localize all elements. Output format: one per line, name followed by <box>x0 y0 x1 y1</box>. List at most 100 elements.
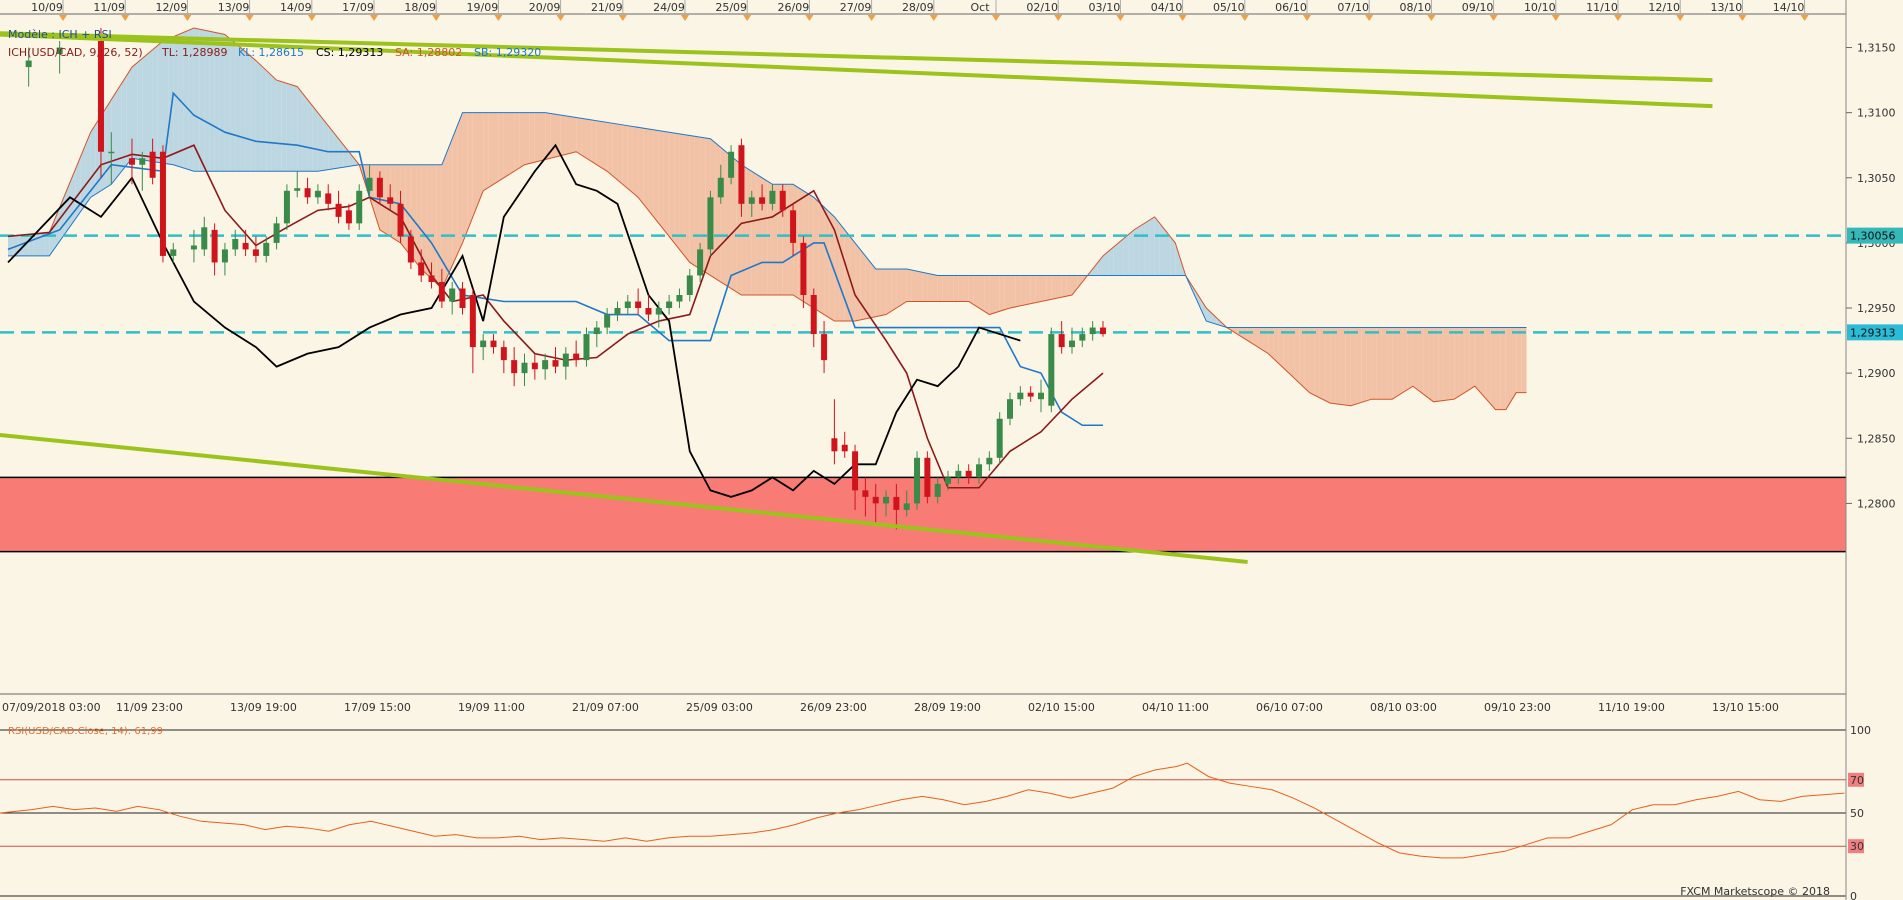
cloud-segment <box>1495 327 1501 410</box>
cloud-segment <box>1418 327 1424 394</box>
cloud-segment <box>1516 327 1522 393</box>
candle-body <box>25 60 32 68</box>
cloud-segment <box>1299 327 1305 388</box>
candle-body <box>562 353 569 367</box>
cloud-segment <box>875 268 881 317</box>
candle-body <box>593 327 600 335</box>
cloud-segment <box>1149 216 1155 276</box>
cloud-segment <box>1004 275 1011 310</box>
cloud-segment <box>1128 229 1134 276</box>
candle-body <box>676 295 683 302</box>
cloud-segment <box>968 275 974 305</box>
cloud-segment <box>891 268 897 312</box>
cloud-segment <box>323 119 329 171</box>
ichimoku-chart: 10/09 11/09 12/09 13/09 14/09 17/09 18/09 19/09… <box>0 0 1903 900</box>
bottom-date-label: 17/09 15:00 <box>344 701 411 714</box>
cloud-segment <box>607 122 613 176</box>
cloud-segment <box>751 171 757 295</box>
cloud-segment <box>596 120 602 169</box>
cloud-segment <box>715 143 721 282</box>
candle-body <box>1017 392 1024 400</box>
candle-body <box>397 203 404 237</box>
candle-body <box>790 210 797 243</box>
cloud-segment <box>245 51 251 172</box>
cloud-segment <box>457 112 463 255</box>
cloud-segment <box>1500 327 1506 410</box>
cloud-segment <box>1340 327 1346 406</box>
candle-body <box>635 301 642 309</box>
top-date-label: 02/10 <box>1026 1 1058 14</box>
top-date-label: 03/10 <box>1089 1 1121 14</box>
top-date-label: 25/09 <box>715 1 747 14</box>
cloud-segment <box>462 112 468 243</box>
candle-body <box>686 275 693 295</box>
cloud-segment <box>137 58 143 160</box>
cloud-segment <box>948 275 954 302</box>
bottom-date-label: 28/09 19:00 <box>914 701 981 714</box>
candle-body <box>438 281 445 302</box>
cloud-segment <box>271 75 277 172</box>
candle-body <box>128 158 135 165</box>
candle-body <box>810 295 817 335</box>
candle-body <box>149 151 156 178</box>
cloud-segment <box>1438 327 1444 402</box>
cloud-segment <box>1412 327 1419 391</box>
cloud-segment <box>746 168 752 295</box>
cloud-segment <box>534 112 540 163</box>
cloud-segment <box>1030 275 1036 304</box>
top-date-label: 06/10 <box>1275 1 1307 14</box>
cloud-segment <box>627 125 633 193</box>
candle-body <box>552 360 559 367</box>
cloud-segment <box>266 70 272 172</box>
candle-body <box>232 238 239 250</box>
price-tick-label: 1,2850 <box>1857 432 1896 445</box>
cloud-segment <box>813 197 819 312</box>
candle-body <box>521 362 528 374</box>
candle-body <box>728 151 735 178</box>
top-date-label: 11/09 <box>93 1 125 14</box>
candle-body <box>490 340 497 348</box>
cloud-segment <box>1366 327 1372 401</box>
cloud-segment <box>601 121 608 172</box>
candle-body <box>407 236 414 263</box>
cloud-segment <box>478 112 484 204</box>
cloud-segment <box>1376 327 1382 400</box>
rsi-tick-label: 100 <box>1850 724 1871 737</box>
candle-body <box>893 496 900 510</box>
rsi-tick-label: 30 <box>1850 840 1864 853</box>
cloud-segment <box>886 268 892 315</box>
cloud-segment <box>1283 327 1289 374</box>
cloud-segment <box>1402 327 1408 393</box>
cloud-segment <box>1345 327 1351 406</box>
cloud-segment <box>979 275 985 312</box>
candle-body <box>469 295 476 348</box>
cloud-segment <box>240 47 246 172</box>
cloud-segment <box>292 84 298 172</box>
candle-body <box>800 242 807 295</box>
cloud-segment <box>653 129 659 224</box>
cloud-segment <box>648 128 654 217</box>
top-date-label: 09/10 <box>1462 1 1494 14</box>
legend-cs: CS: 1,29313 <box>316 46 383 59</box>
candle-body <box>1058 334 1065 348</box>
cloud-segment <box>1144 220 1150 276</box>
cloud-segment <box>1356 327 1362 405</box>
top-date-label: 10/10 <box>1524 1 1556 14</box>
candle-body <box>356 190 363 224</box>
bottom-date-label: 11/10 19:00 <box>1598 701 1665 714</box>
cloud-segment <box>1154 216 1160 276</box>
cloud-segment <box>1319 327 1326 401</box>
cloud-segment <box>514 112 520 172</box>
price-tick-label: 1,3100 <box>1857 107 1896 120</box>
cloud-segment <box>1407 327 1413 390</box>
cloud-segment <box>1459 327 1465 396</box>
cloud-segment <box>824 207 830 318</box>
cloud-segment <box>818 202 825 315</box>
top-date-label: 04/10 <box>1151 1 1183 14</box>
top-date-label: 18/09 <box>404 1 436 14</box>
cloud-segment <box>911 270 918 302</box>
cloud-segment <box>503 112 510 178</box>
cloud-segment <box>669 132 675 243</box>
candle-body <box>190 245 197 250</box>
cloud-segment <box>1066 275 1072 297</box>
